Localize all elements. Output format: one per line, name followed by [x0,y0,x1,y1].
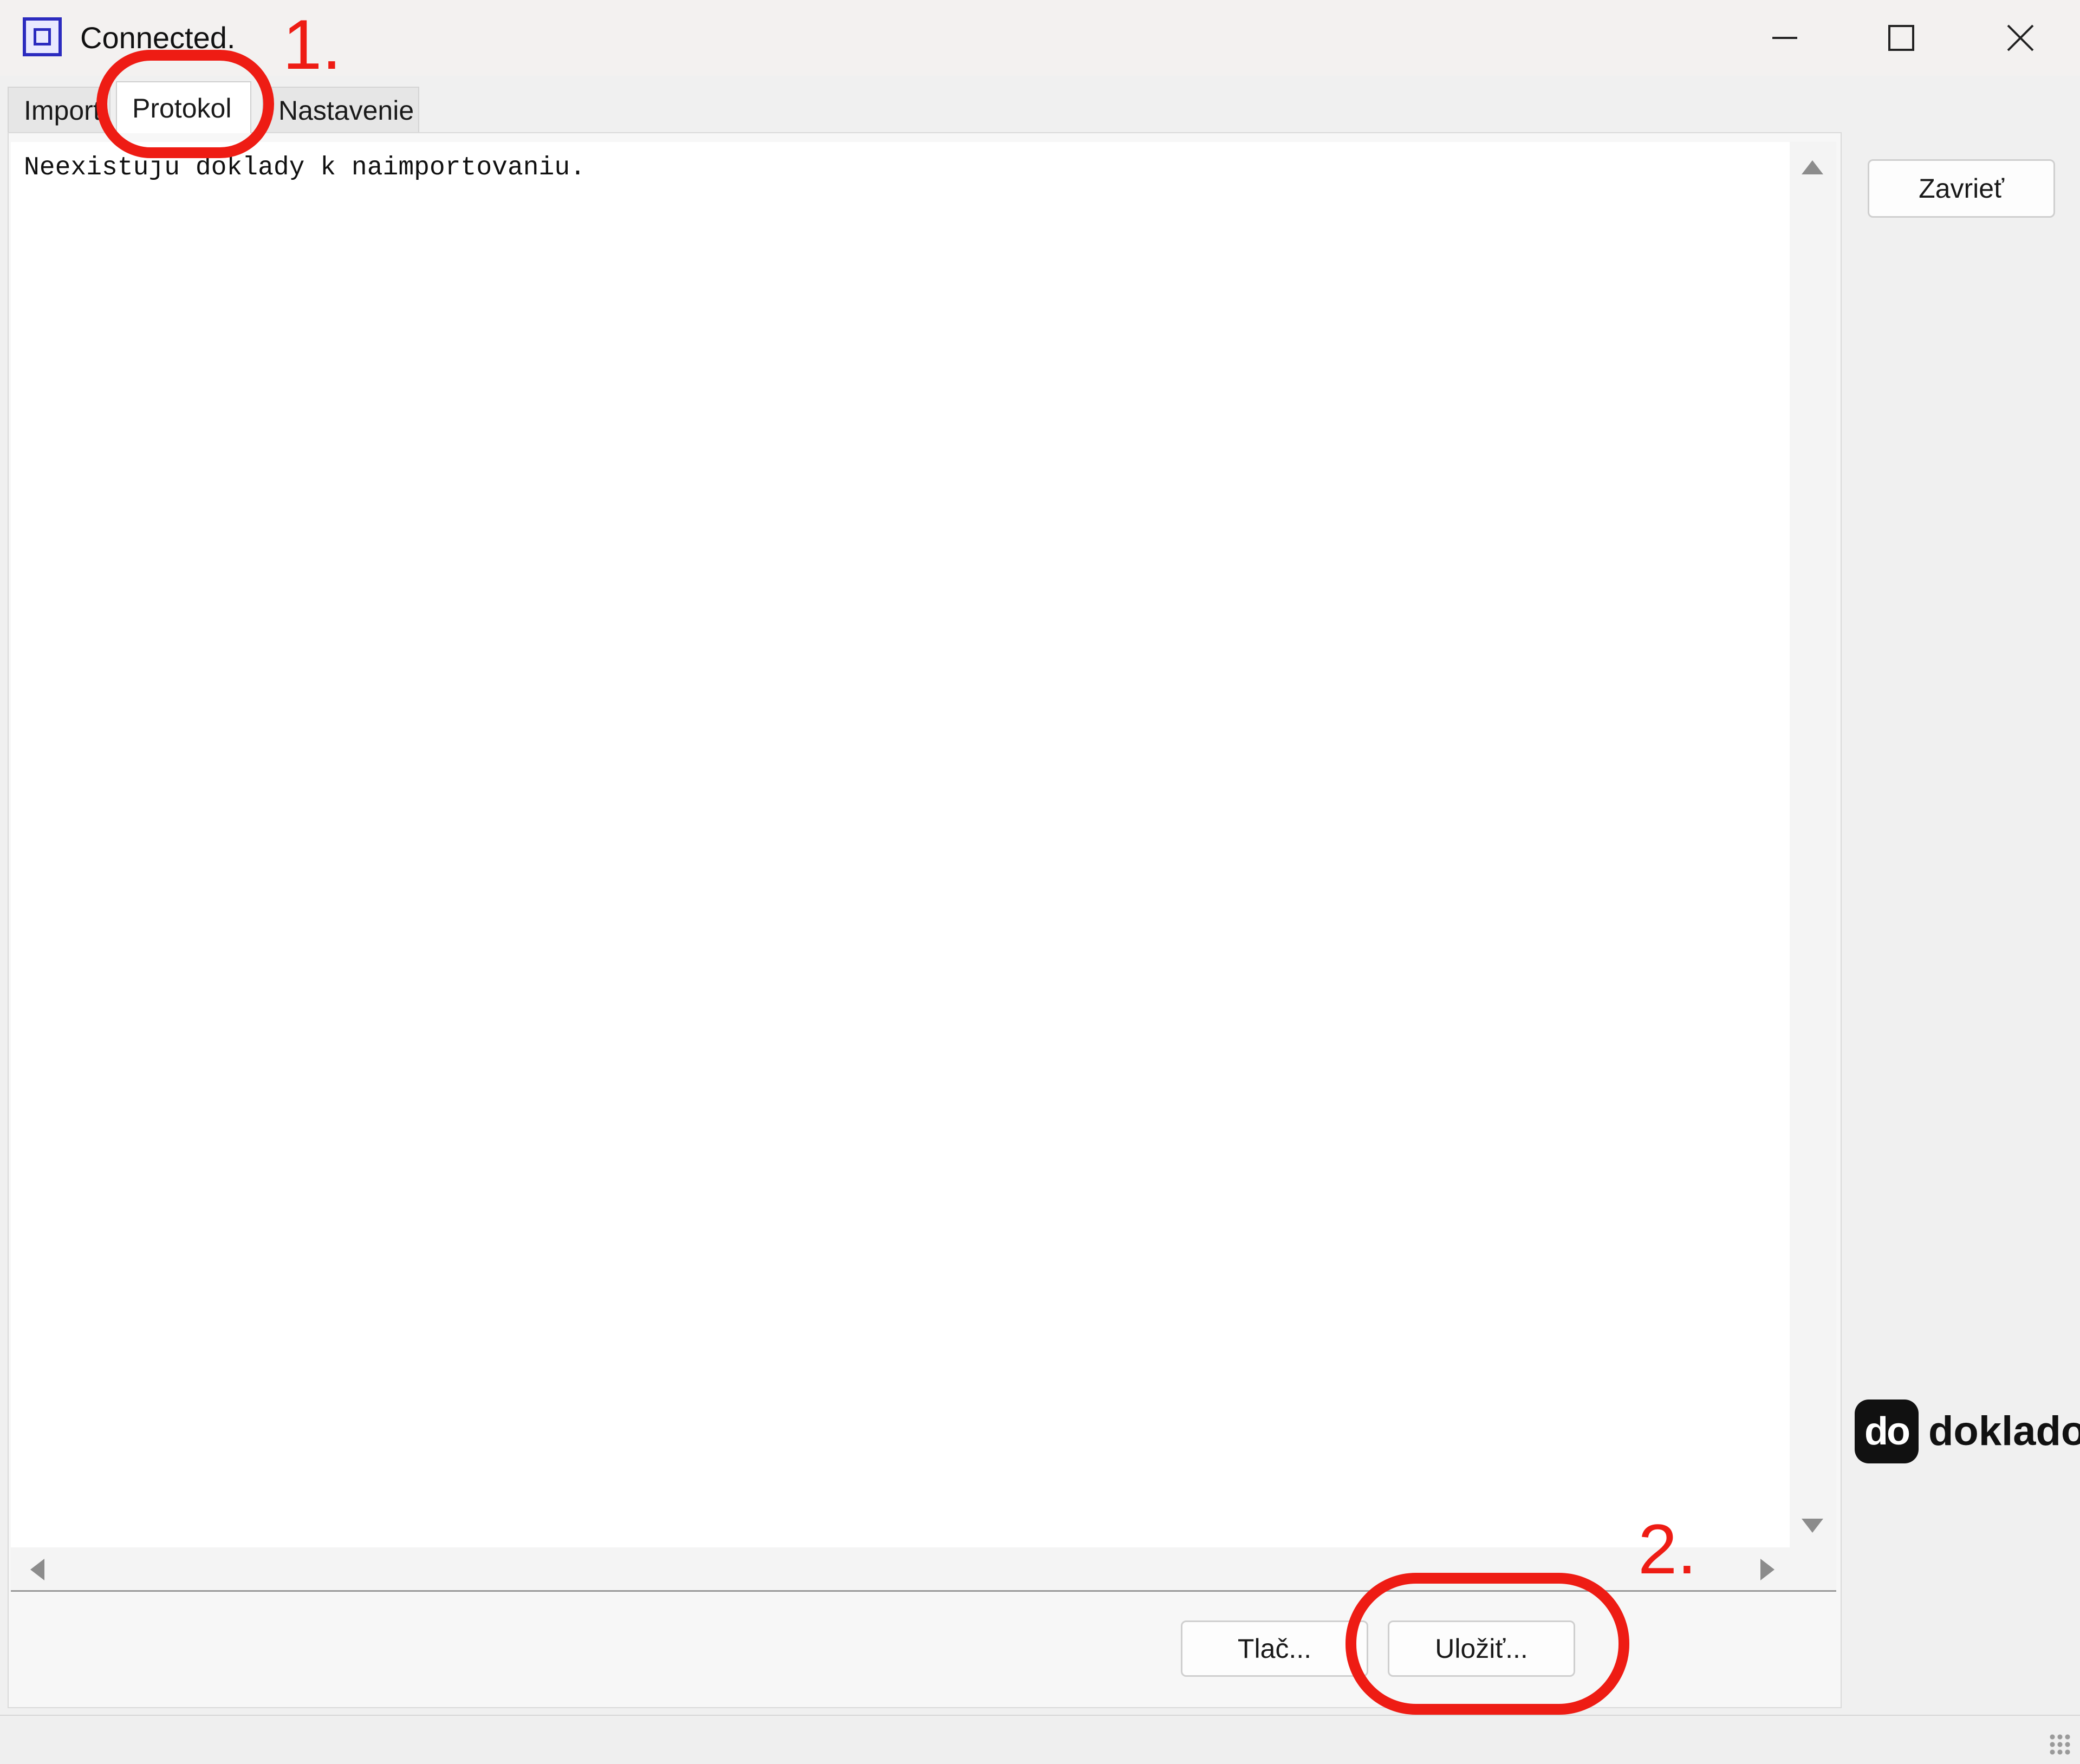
log-text: Neexistuju doklady k naimportovaniu. [24,153,586,183]
status-bar [0,1715,2080,1764]
logo-wordmark: doklado [1928,1408,2080,1454]
scroll-left-icon[interactable] [30,1559,44,1580]
save-button[interactable]: Uložiť... [1388,1620,1575,1677]
logo-mark: do [1855,1400,1919,1463]
print-button[interactable]: Tlač... [1181,1620,1368,1677]
annotation-step-1: 1. [283,5,342,84]
minimize-button[interactable] [1755,11,1815,65]
close-icon [2007,24,2034,51]
log-textarea[interactable] [11,142,1790,1547]
resize-grip-icon[interactable] [2049,1733,2072,1757]
horizontal-scrollbar[interactable] [11,1547,1836,1592]
window-title: Connected. [80,21,236,55]
tab-protokol[interactable]: Protokol [116,81,251,133]
minimize-icon [1772,37,1797,39]
tab-nastavenie[interactable]: Nastavenie [262,87,419,132]
scroll-right-icon[interactable] [1760,1559,1774,1580]
maximize-icon [1888,25,1914,51]
scroll-up-icon[interactable] [1802,160,1823,174]
app-icon [23,17,62,56]
close-button[interactable]: Zavrieť [1868,159,2055,218]
annotation-step-2: 2. [1638,1509,1697,1589]
vertical-scrollbar[interactable] [1790,142,1836,1547]
tab-import[interactable]: Import [8,87,110,132]
scroll-down-icon[interactable] [1802,1519,1823,1533]
maximize-button[interactable] [1871,11,1931,65]
close-window-button[interactable] [1991,11,2050,65]
